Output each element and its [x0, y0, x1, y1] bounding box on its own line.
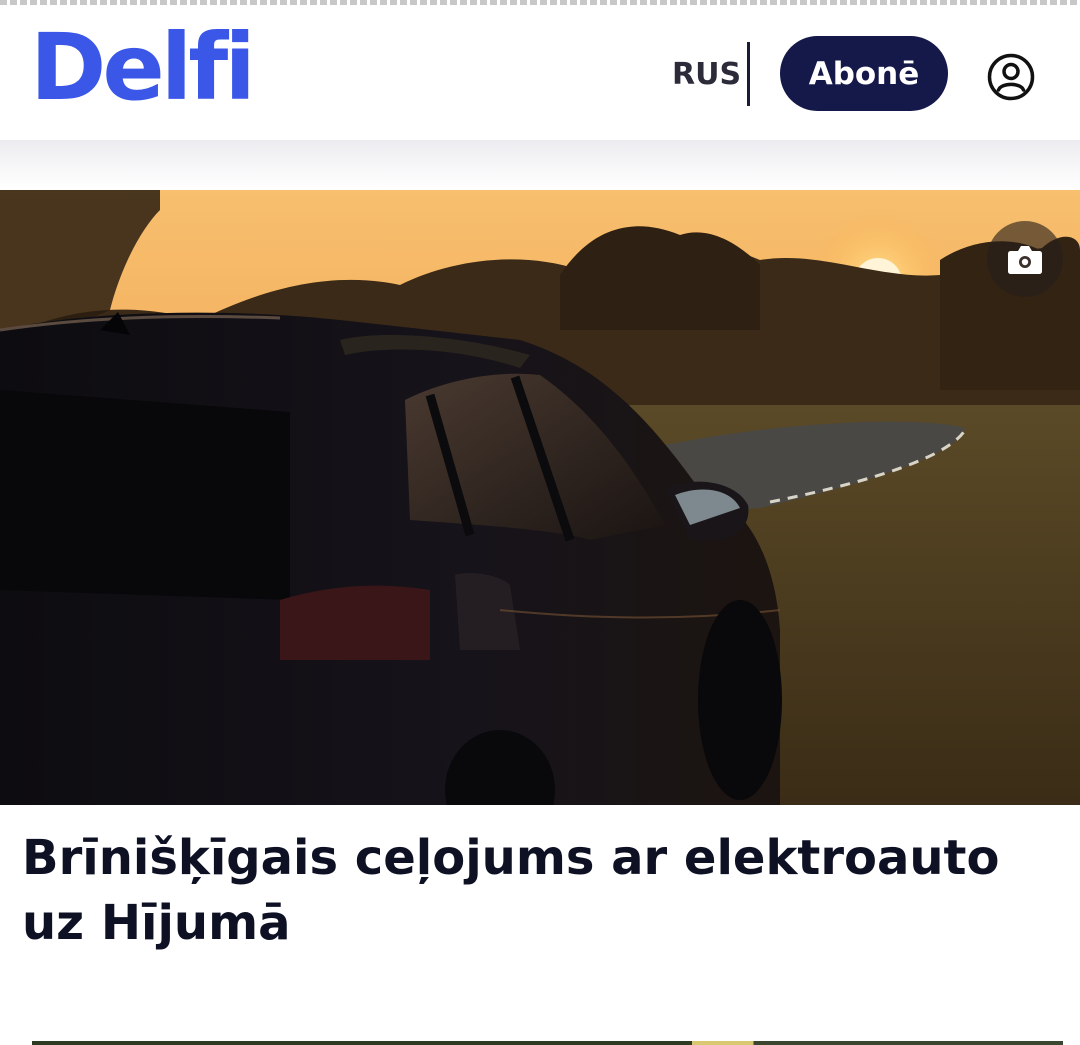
header-divider — [747, 42, 750, 106]
next-article-image-edge[interactable] — [32, 1041, 1063, 1045]
subscribe-button[interactable]: Abonē — [780, 36, 948, 111]
article-title[interactable]: Brīnišķīgais ceļojums ar elektroauto uz … — [22, 826, 1042, 956]
header-shadow — [0, 140, 1080, 190]
user-circle-icon[interactable] — [986, 52, 1036, 102]
delfi-logo[interactable]: Delfi — [30, 22, 256, 114]
article-hero-image[interactable] — [0, 190, 1080, 805]
site-header: Delfi RUS Abonē — [0, 5, 1080, 140]
language-switch-rus[interactable]: RUS — [672, 60, 741, 90]
camera-icon[interactable] — [987, 221, 1063, 297]
